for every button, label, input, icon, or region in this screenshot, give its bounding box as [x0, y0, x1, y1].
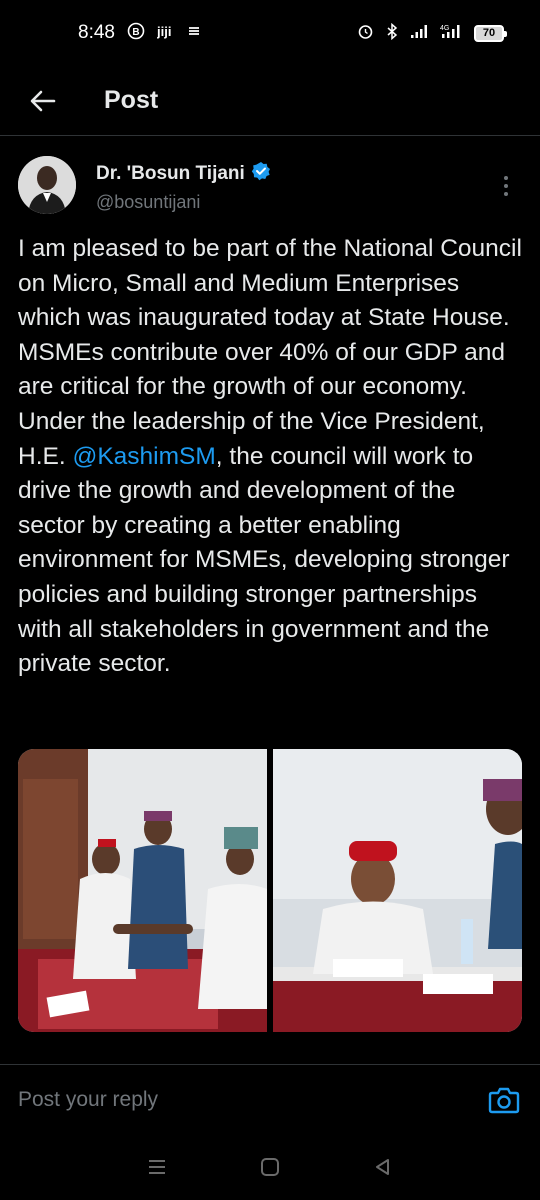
- alarm-icon: [357, 23, 374, 44]
- author-row: Dr. 'Bosun Tijani @bosuntijani: [0, 136, 540, 232]
- status-time: 8:48: [78, 22, 115, 43]
- menu-lines-icon: [148, 1160, 165, 1174]
- arrow-left-icon: [30, 90, 56, 111]
- author-name[interactable]: Dr. 'Bosun Tijani: [96, 163, 245, 185]
- recent-apps-button[interactable]: [137, 1147, 177, 1187]
- signal-icon: [410, 24, 428, 43]
- author-name-row: Dr. 'Bosun Tijani: [96, 161, 490, 186]
- camera-icon: [488, 1087, 520, 1113]
- jiji-icon: jiji: [156, 23, 175, 43]
- more-options-button[interactable]: [490, 166, 522, 206]
- author-handle[interactable]: @bosuntijani: [96, 192, 490, 213]
- more-dot-icon: [504, 176, 508, 180]
- 4g-signal-icon: 4G: [440, 23, 462, 43]
- reply-input[interactable]: [18, 1087, 438, 1112]
- reply-bar: [0, 1064, 540, 1134]
- system-nav-bar: [0, 1134, 540, 1200]
- svg-text:B: B: [132, 27, 139, 38]
- post-photo-1[interactable]: [18, 749, 267, 1032]
- status-right: 4G 70: [357, 22, 507, 44]
- post-text: I am pleased to be part of the National …: [0, 232, 540, 682]
- back-triangle-icon: [376, 1159, 390, 1175]
- svg-text:jiji: jiji: [157, 24, 171, 39]
- post-text-part1: I am pleased to be part of the National …: [18, 235, 522, 470]
- verified-badge-icon: [251, 161, 271, 186]
- more-dot-icon: [504, 192, 508, 196]
- home-button[interactable]: [250, 1147, 290, 1187]
- status-bar: 8:48 B jiji 4G 70: [0, 0, 540, 66]
- more-dot-icon: [504, 184, 508, 188]
- home-square-icon: [260, 1158, 279, 1176]
- post-text-part2: , the council will work to drive the gro…: [18, 442, 510, 678]
- page-title: Post: [104, 86, 159, 114]
- camera-button[interactable]: [486, 1082, 522, 1118]
- stack-icon: [187, 24, 201, 42]
- author-info: Dr. 'Bosun Tijani @bosuntijani: [96, 156, 490, 213]
- avatar[interactable]: [18, 156, 76, 214]
- post-media: [18, 749, 522, 1032]
- mention-link[interactable]: @KashimSM: [72, 443, 215, 470]
- bluetooth-icon: [386, 22, 398, 44]
- battery-icon: 70: [474, 24, 507, 42]
- post-photo-2[interactable]: [273, 749, 522, 1032]
- b-circle-icon: B: [127, 22, 145, 44]
- post-header: Post: [0, 66, 540, 136]
- back-button[interactable]: [8, 66, 78, 136]
- post: Dr. 'Bosun Tijani @bosuntijani I am plea…: [0, 136, 540, 682]
- back-nav-button[interactable]: [363, 1147, 403, 1187]
- svg-text:4G: 4G: [440, 25, 449, 32]
- status-left: 8:48 B jiji: [78, 22, 201, 44]
